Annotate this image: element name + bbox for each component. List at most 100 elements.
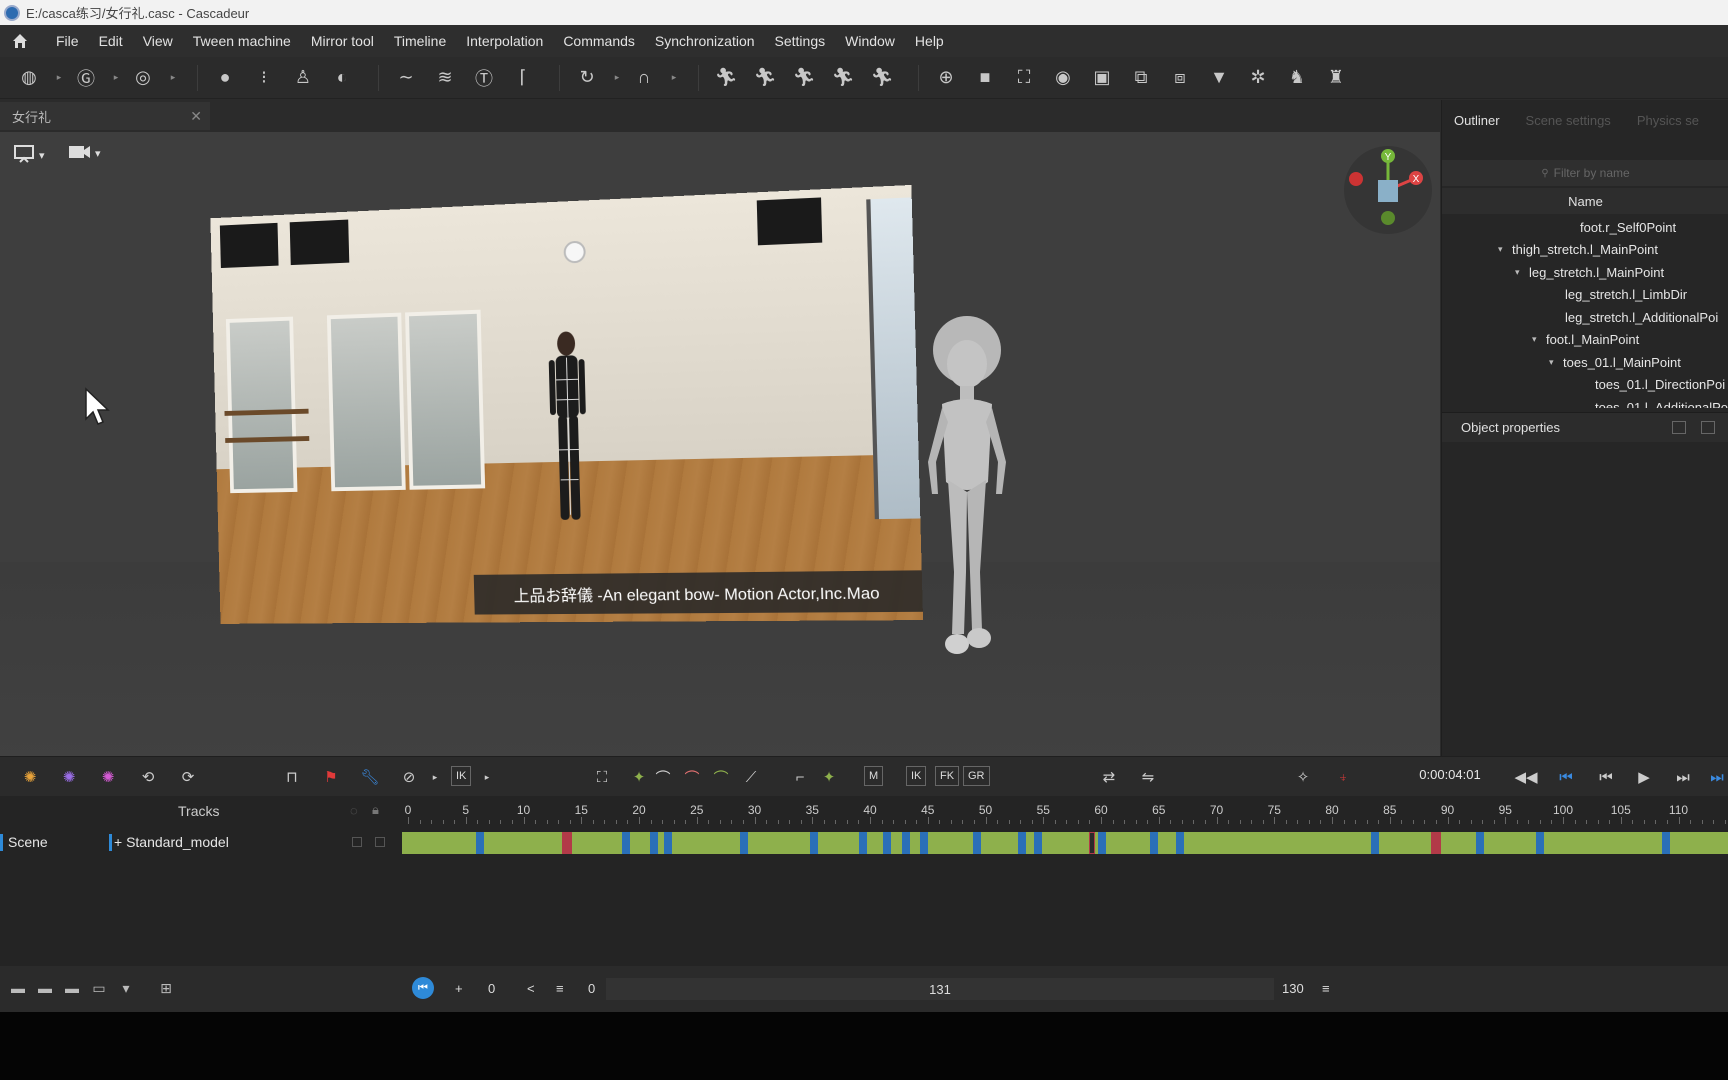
- 3d-viewport[interactable]: ▾ ▾ 上品お辞儀 -An elegant bow- Motion Actor,…: [0, 132, 1440, 756]
- track-lock-checkbox[interactable]: [375, 837, 385, 847]
- select-key-icon[interactable]: ✧: [1292, 766, 1314, 788]
- panel-dock-icon[interactable]: [1672, 421, 1686, 434]
- point-icon[interactable]: ●: [210, 63, 240, 93]
- tree-row[interactable]: ▾ toes_01.l_MainPoint: [1442, 351, 1728, 374]
- keyframe-marker[interactable]: [650, 832, 658, 854]
- keyframe-marker-fixed[interactable]: [1431, 832, 1441, 854]
- keyframe-marker[interactable]: [920, 832, 928, 854]
- autophysics-icon[interactable]: 🏃︎: [750, 63, 780, 93]
- track-row-scene[interactable]: Scene + Standard_model: [0, 830, 1728, 854]
- keyframe-marker[interactable]: [740, 832, 748, 854]
- keyframe-marker[interactable]: [1371, 832, 1379, 854]
- dropdown-arrow-icon[interactable]: ▸: [110, 63, 122, 93]
- globe-icon[interactable]: ◍: [14, 63, 44, 93]
- gr-mode-button[interactable]: GR: [963, 766, 990, 786]
- frame-range-slider[interactable]: 131: [606, 978, 1274, 1000]
- pin-key-icon[interactable]: ✦: [628, 766, 650, 788]
- curve-auto-icon[interactable]: ⌒: [710, 766, 732, 788]
- refresh-icon[interactable]: ⟳: [177, 766, 199, 788]
- menu-interpolation[interactable]: Interpolation: [456, 33, 553, 49]
- graph-icon[interactable]: ≋: [430, 63, 460, 93]
- tree-row[interactable]: ▾ leg_stretch.l_MainPoint: [1442, 261, 1728, 284]
- play-icon[interactable]: ▶: [1633, 766, 1655, 788]
- menu-icon[interactable]: ≡: [1322, 981, 1330, 996]
- plus-button[interactable]: +: [455, 981, 463, 996]
- tree-row[interactable]: ▾ foot.l_MainPoint: [1442, 329, 1728, 352]
- tab-scene-settings[interactable]: Scene settings: [1526, 113, 1611, 128]
- chevron-down-icon[interactable]: ▾: [95, 147, 101, 160]
- dropdown-arrow-icon[interactable]: ▸: [668, 63, 680, 93]
- dropdown-arrow-icon[interactable]: ▸: [611, 63, 623, 93]
- reference-video-plane[interactable]: 上品お辞儀 -An elegant bow- Motion Actor,Inc.…: [210, 184, 924, 624]
- playhead-marker-icon[interactable]: ⍖: [1332, 766, 1354, 788]
- text-icon[interactable]: Ⓣ: [469, 63, 499, 93]
- tree-row[interactable]: foot.r_Self0Point: [1442, 216, 1728, 239]
- document-tab[interactable]: 女行礼 ✕: [0, 102, 210, 130]
- menu-settings[interactable]: Settings: [765, 33, 836, 49]
- rig-icon[interactable]: ✲: [1243, 63, 1273, 93]
- keyframe-marker[interactable]: [1018, 832, 1026, 854]
- autoposing-icon[interactable]: 🏃︎: [711, 63, 741, 93]
- skeleton-icon[interactable]: ♞: [1282, 63, 1312, 93]
- pin-icon[interactable]: ⁝: [249, 63, 279, 93]
- menu-view[interactable]: View: [133, 33, 183, 49]
- tree-expand-arrow-icon[interactable]: ▾: [1515, 267, 1529, 278]
- bracket-icon[interactable]: ⌈: [508, 63, 538, 93]
- timecode-display[interactable]: 0:00:04:01: [1398, 767, 1502, 787]
- curve-step-icon[interactable]: ⌐: [789, 766, 811, 788]
- dropdown-arrow-icon[interactable]: ▸: [476, 766, 498, 788]
- display-icon[interactable]: [14, 144, 36, 167]
- keyframe-marker[interactable]: [1150, 832, 1158, 854]
- folder-new-icon[interactable]: ▬: [37, 980, 53, 996]
- home-icon[interactable]: [10, 31, 30, 51]
- close-icon[interactable]: ✕: [190, 108, 202, 125]
- keyframe-marker[interactable]: [1176, 832, 1184, 854]
- swap-icon[interactable]: ⇄: [1098, 766, 1120, 788]
- crosshair-icon[interactable]: ⊕: [931, 63, 961, 93]
- physics-icon[interactable]: 🏃︎: [789, 63, 819, 93]
- keyframe-marker[interactable]: [902, 832, 910, 854]
- curve-clamped-icon[interactable]: ⌒: [681, 766, 703, 788]
- menu-icon[interactable]: ≡: [556, 981, 564, 996]
- video-camera-icon[interactable]: [68, 144, 92, 163]
- timeline-ruler[interactable]: 0 5 10 15 20 25 30 35 40 45 50 55 60 65 70 75 80 85 90 95 10…: [400, 796, 1728, 826]
- keyframe-marker[interactable]: [810, 832, 818, 854]
- camera-icon[interactable]: ■: [970, 63, 1000, 93]
- range-end-value[interactable]: 130: [1282, 981, 1304, 996]
- keyframe-marker-fixed[interactable]: [562, 832, 572, 854]
- trajectory-icon[interactable]: 🏃︎: [828, 63, 858, 93]
- keyframe-marker[interactable]: [476, 832, 484, 854]
- ik-mode-button[interactable]: IK: [906, 766, 927, 786]
- range-start-value[interactable]: 0: [588, 981, 595, 996]
- standard-model-figure[interactable]: [912, 312, 1022, 662]
- folder-remove-icon[interactable]: ▬: [64, 980, 80, 996]
- menu-timeline[interactable]: Timeline: [384, 33, 456, 49]
- keyframe-marker[interactable]: [622, 832, 630, 854]
- go-to-start-icon[interactable]: ⏮: [1555, 766, 1577, 788]
- tab-physics-settings[interactable]: Physics se: [1637, 113, 1699, 128]
- tree-expand-arrow-icon[interactable]: ▾: [1532, 334, 1546, 345]
- menu-commands[interactable]: Commands: [553, 33, 645, 49]
- tab-outliner[interactable]: Outliner: [1454, 113, 1500, 128]
- figure-icon[interactable]: ♜: [1321, 63, 1351, 93]
- menu-tween-machine[interactable]: Tween machine: [183, 33, 301, 49]
- track-group-icon[interactable]: ⊞: [158, 980, 174, 996]
- ik-button[interactable]: IK: [451, 766, 472, 786]
- dropdown-arrow-icon[interactable]: ▸: [167, 63, 179, 93]
- scene-track-label[interactable]: Scene: [0, 834, 48, 851]
- fit-frame-icon[interactable]: ⛶: [591, 766, 613, 788]
- previous-frame-icon[interactable]: ⏮: [1595, 766, 1617, 788]
- keyframe-bar[interactable]: [402, 832, 1728, 854]
- loop-key-icon[interactable]: ⟲: [137, 766, 159, 788]
- wrench-icon[interactable]: 🔧︎: [359, 766, 381, 788]
- frame-icon[interactable]: ▣: [1087, 63, 1117, 93]
- keyframe-marker[interactable]: [664, 832, 672, 854]
- keyframe-marker[interactable]: [1034, 832, 1042, 854]
- lock-icon[interactable]: 🔒︎: [372, 802, 379, 818]
- keyframe-marker[interactable]: [859, 832, 867, 854]
- keyframe-marker[interactable]: [1098, 832, 1106, 854]
- eraser-icon[interactable]: ◐: [327, 63, 357, 93]
- viewport-camera-menu[interactable]: ▾: [68, 144, 101, 163]
- keyframe-marker[interactable]: [883, 832, 891, 854]
- focus-icon[interactable]: ⛶: [1009, 63, 1039, 93]
